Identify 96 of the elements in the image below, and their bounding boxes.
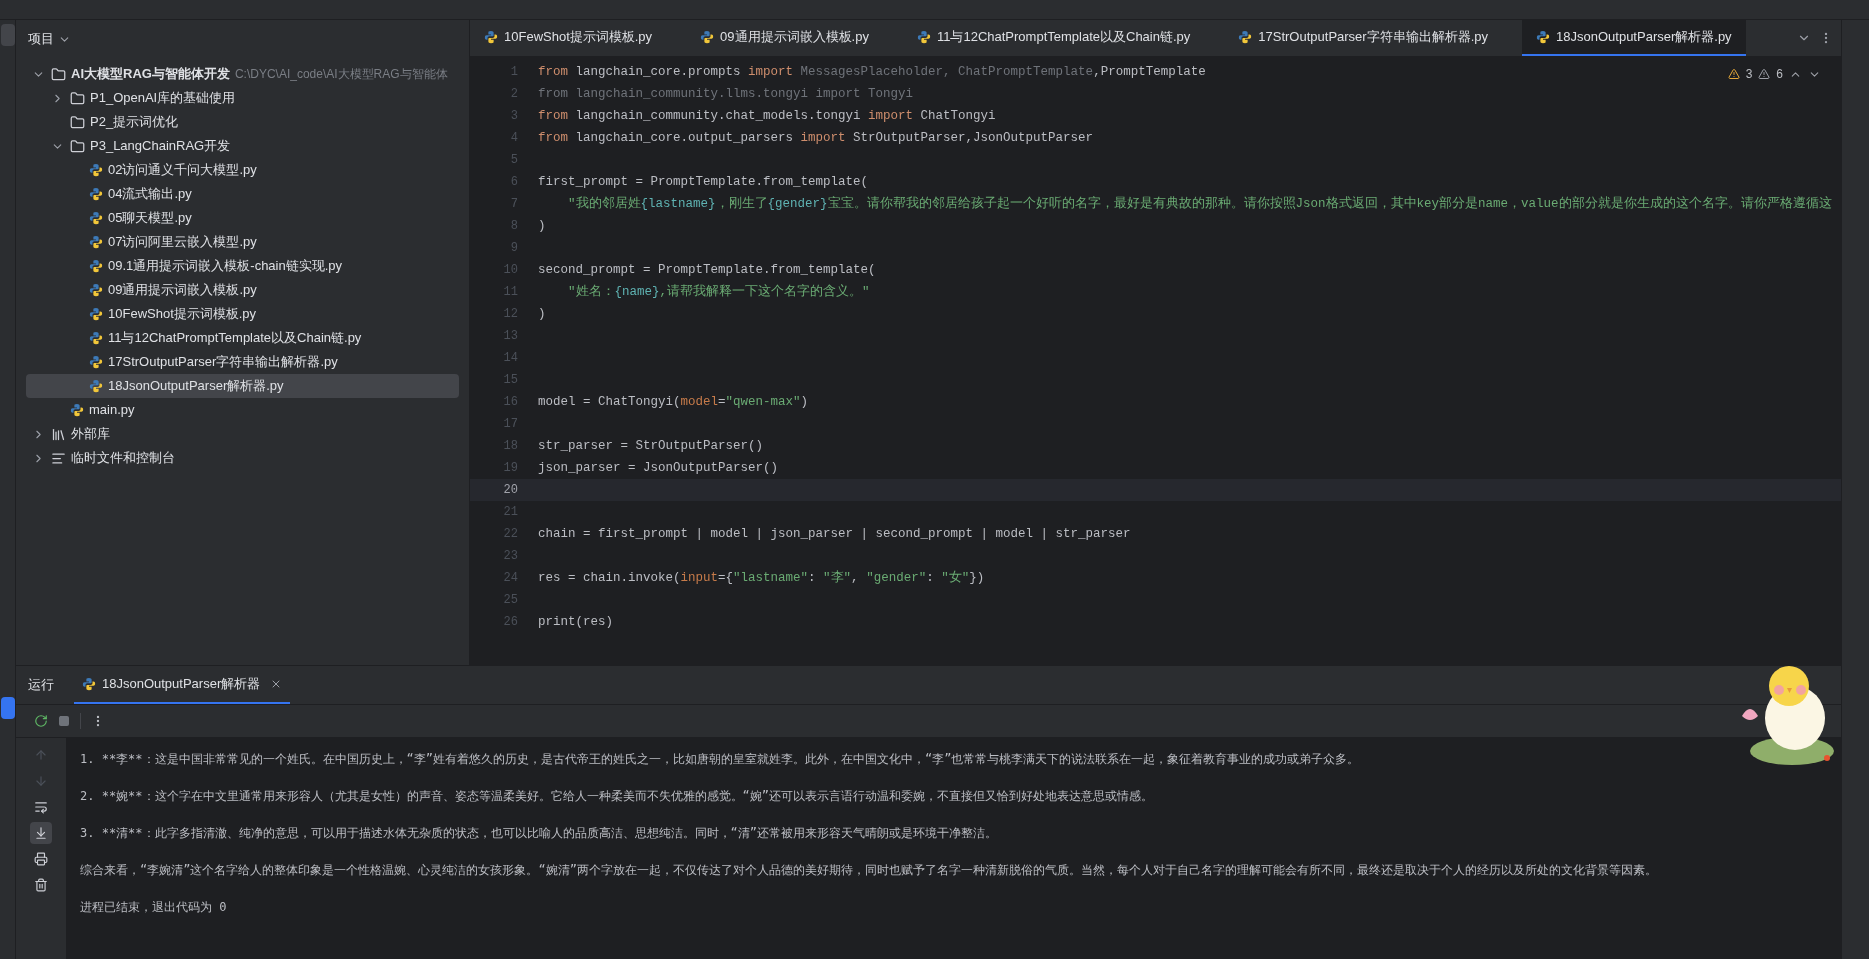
code-line: chain = first_prompt | model | json_parser | second_prompt | model | str_parser <box>538 525 1131 543</box>
line-number: 20 <box>502 482 519 499</box>
editor-tab[interactable]: 10FewShot提示词模板.py <box>470 20 667 56</box>
code-line: model = ChatTongyi(model="qwen-max") <box>538 393 809 411</box>
python-file-icon <box>82 677 96 691</box>
stop-icon[interactable] <box>58 715 70 727</box>
tree-item[interactable]: 18JsonOutputParser解析器.py <box>26 374 459 398</box>
editor-tab[interactable]: 17StrOutputParser字符串输出解析器.py <box>1224 20 1503 56</box>
panel-title: 运行 <box>28 676 54 695</box>
python-file-icon <box>89 211 103 225</box>
tree-item-label: 02访问通义千问大模型.py <box>108 161 257 180</box>
python-file-icon <box>916 30 931 44</box>
editor-tab[interactable]: 09通用提示词嵌入模板.py <box>686 20 883 56</box>
console-output-line: 3. **清**：此字多指清澈、纯净的意思，可以用于描述水体无杂质的状态，也可以比喻人的品质高洁、思想纯洁。同时，“清”还常被用来形容天气晴朗或是环境干净整洁。 <box>80 825 999 842</box>
tree-item-label: AI大模型RAG与智能体开发 <box>71 65 230 84</box>
code-line: res = chain.invoke(input={"lastname": "李", "gender": "女"}) <box>538 569 985 587</box>
run-tool-icon[interactable] <box>0 697 15 719</box>
python-file-icon <box>1238 30 1253 44</box>
code-line: json_parser = JsonOutputParser() <box>538 459 779 477</box>
library-icon <box>51 426 66 442</box>
tree-item[interactable]: P2_提示词优化 <box>26 110 459 134</box>
weak-warning-icon[interactable] <box>1758 68 1771 80</box>
tree-item-label: 09.1通用提示词嵌入模板-chain链实现.py <box>108 257 343 276</box>
warning-icon[interactable] <box>1727 68 1740 80</box>
scratch-icon <box>51 450 66 466</box>
tree-item[interactable]: main.py <box>26 398 459 422</box>
python-file-icon <box>89 355 103 369</box>
panel-title[interactable]: 项目 <box>28 29 54 49</box>
folder-icon <box>70 138 85 154</box>
python-file-icon <box>89 331 103 345</box>
tree-item[interactable]: 09通用提示词嵌入模板.py <box>26 278 459 302</box>
code-line: "姓名：{name},请帮我解释一下这个名字的含义。" <box>567 283 870 301</box>
tree-item-label: P2_提示词优化 <box>90 113 179 132</box>
run-tab[interactable]: 18JsonOutputParser解析器 <box>74 666 291 704</box>
tree-item[interactable]: 10FewShot提示词模板.py <box>26 302 459 326</box>
tree-item-label: P1_OpenAI库的基础使用 <box>90 89 236 108</box>
code-line: from langchain_core.prompts import MessagesPlaceholder, ChatPromptTemplate,PromptTemplate <box>538 63 1206 81</box>
tree-item[interactable]: 05聊天模型.py <box>26 206 459 230</box>
tree-item[interactable]: 临时文件和控制台 <box>26 446 459 470</box>
code-line: from langchain_community.chat_models.tongyi import ChatTongyi <box>538 107 996 125</box>
tree-item-label: 07访问阿里云嵌入模型.py <box>108 233 257 252</box>
editor-tab[interactable]: 18JsonOutputParser解析器.py <box>1522 20 1746 56</box>
tree-item-label: 04流式输出.py <box>108 185 192 204</box>
tree-item[interactable]: 11与12ChatPromptTemplate以及Chain链.py <box>26 326 459 350</box>
tree-item-label: 临时文件和控制台 <box>71 449 175 468</box>
console-output-line: 1. **李**：这是中国非常常见的一个姓氏。在中国历史上，“李”姓有着悠久的历史，是古代帝王的姓氏之一，比如唐朝的皇室就姓李。此外，在中国文化中，“李”也常常与桃李满天下的说法联系在一起，象征着教育事业的成功或弟子众多。 <box>80 751 1361 768</box>
tree-item-label: main.py <box>89 401 135 420</box>
tree-item-label: 09通用提示词嵌入模板.py <box>108 281 257 300</box>
console-output-line: 综合来看，“李婉清”这个名字给人的整体印象是一个性格温婉、心灵纯洁的女孩形象。“婉清”两个字放在一起，不仅传达了对个人品德的美好期待，同时也赋予了名字一种清新脱俗的气质。当然，每个人对于自己名字的理解可能会有所不同，最终还是取决于个人的经历以及所处的文化背景等因素。 <box>80 862 1658 879</box>
python-file-icon <box>89 187 103 201</box>
code-line: from langchain_community.llms.tongyi import Tongyi <box>538 85 914 103</box>
rerun-icon[interactable] <box>34 714 48 728</box>
tree-item[interactable]: P3_LangChainRAG开发 <box>26 134 459 158</box>
folder-icon <box>51 66 66 82</box>
warning-count[interactable]: 3 <box>1745 65 1753 83</box>
tree-item[interactable]: 04流式输出.py <box>26 182 459 206</box>
code-line: from langchain_core.output_parsers import StrOutputParser,JsonOutputParser <box>538 129 1094 147</box>
tree-item[interactable]: AI大模型RAG与智能体开发 C:\DYC\AI_code\AI大模型RAG与智能体 <box>26 62 459 86</box>
folder-icon <box>70 90 85 106</box>
python-file-icon <box>89 259 103 273</box>
python-file-icon <box>70 403 84 417</box>
python-file-icon <box>700 30 715 44</box>
code-line: print(res) <box>538 613 613 631</box>
editor-tab[interactable]: 11与12ChatPromptTemplate以及Chain链.py <box>902 20 1205 56</box>
tree-item-label: 外部库 <box>71 425 110 444</box>
tree-item-label: 05聊天模型.py <box>108 209 192 228</box>
python-file-icon <box>484 30 498 44</box>
console-output-line: 进程已结束，退出代码为 0 <box>80 899 228 916</box>
tree-item-label: 18JsonOutputParser解析器.py <box>108 377 284 396</box>
scroll-to-end-icon[interactable] <box>30 822 52 844</box>
tree-item-label: 10FewShot提示词模板.py <box>108 305 257 324</box>
tree-item[interactable]: 09.1通用提示词嵌入模板-chain链实现.py <box>26 254 459 278</box>
tree-item-label: P3_LangChainRAG开发 <box>90 137 231 156</box>
tree-item-label: 11与12ChatPromptTemplate以及Chain链.py <box>108 329 362 348</box>
code-line: first_prompt = PromptTemplate.from_template( <box>538 173 869 191</box>
code-line: ) <box>538 217 546 235</box>
tree-item[interactable]: 17StrOutputParser字符串输出解析器.py <box>26 350 459 374</box>
code-line: second_prompt = PromptTemplate.from_template( <box>538 261 876 279</box>
python-file-icon <box>1536 30 1551 44</box>
python-file-icon <box>89 307 103 321</box>
code-line: ) <box>538 305 546 323</box>
python-file-icon <box>89 283 103 297</box>
python-file-icon <box>89 235 103 249</box>
python-file-icon <box>89 163 103 177</box>
code-line: "我的邻居姓{lastname}，刚生了{gender}宝宝。请你帮我的邻居给孩子起一个好听的名字，最好是有典故的那种。请你按照Json格式返回，其中key部分是name，value的部分就是你生成的这个名字。请你严格遵循这 <box>567 195 1832 213</box>
tree-item[interactable]: P1_OpenAI库的基础使用 <box>26 86 459 110</box>
tree-item[interactable]: 外部库 <box>26 422 459 446</box>
code-line: str_parser = StrOutputParser() <box>538 437 764 455</box>
tree-item-label: 17StrOutputParser字符串输出解析器.py <box>108 353 338 372</box>
folder-icon <box>70 114 85 130</box>
python-file-icon <box>89 379 103 393</box>
console-output-line: 2. **婉**：这个字在中文里通常用来形容人（尤其是女性）的声音、姿态等温柔美好。它给人一种柔美而不失优雅的感觉。“婉”还可以表示言语行动温和委婉，不直接但又恰到好处地表达意思或情感。 <box>80 788 1155 805</box>
weak-warning-count[interactable]: 6 <box>1776 65 1783 83</box>
project-path: C:\DYC\AI_code\AI大模型RAG与智能体 <box>234 66 448 83</box>
tree-item[interactable]: 02访问通义千问大模型.py <box>26 158 459 182</box>
tree-item[interactable]: 07访问阿里云嵌入模型.py <box>26 230 459 254</box>
